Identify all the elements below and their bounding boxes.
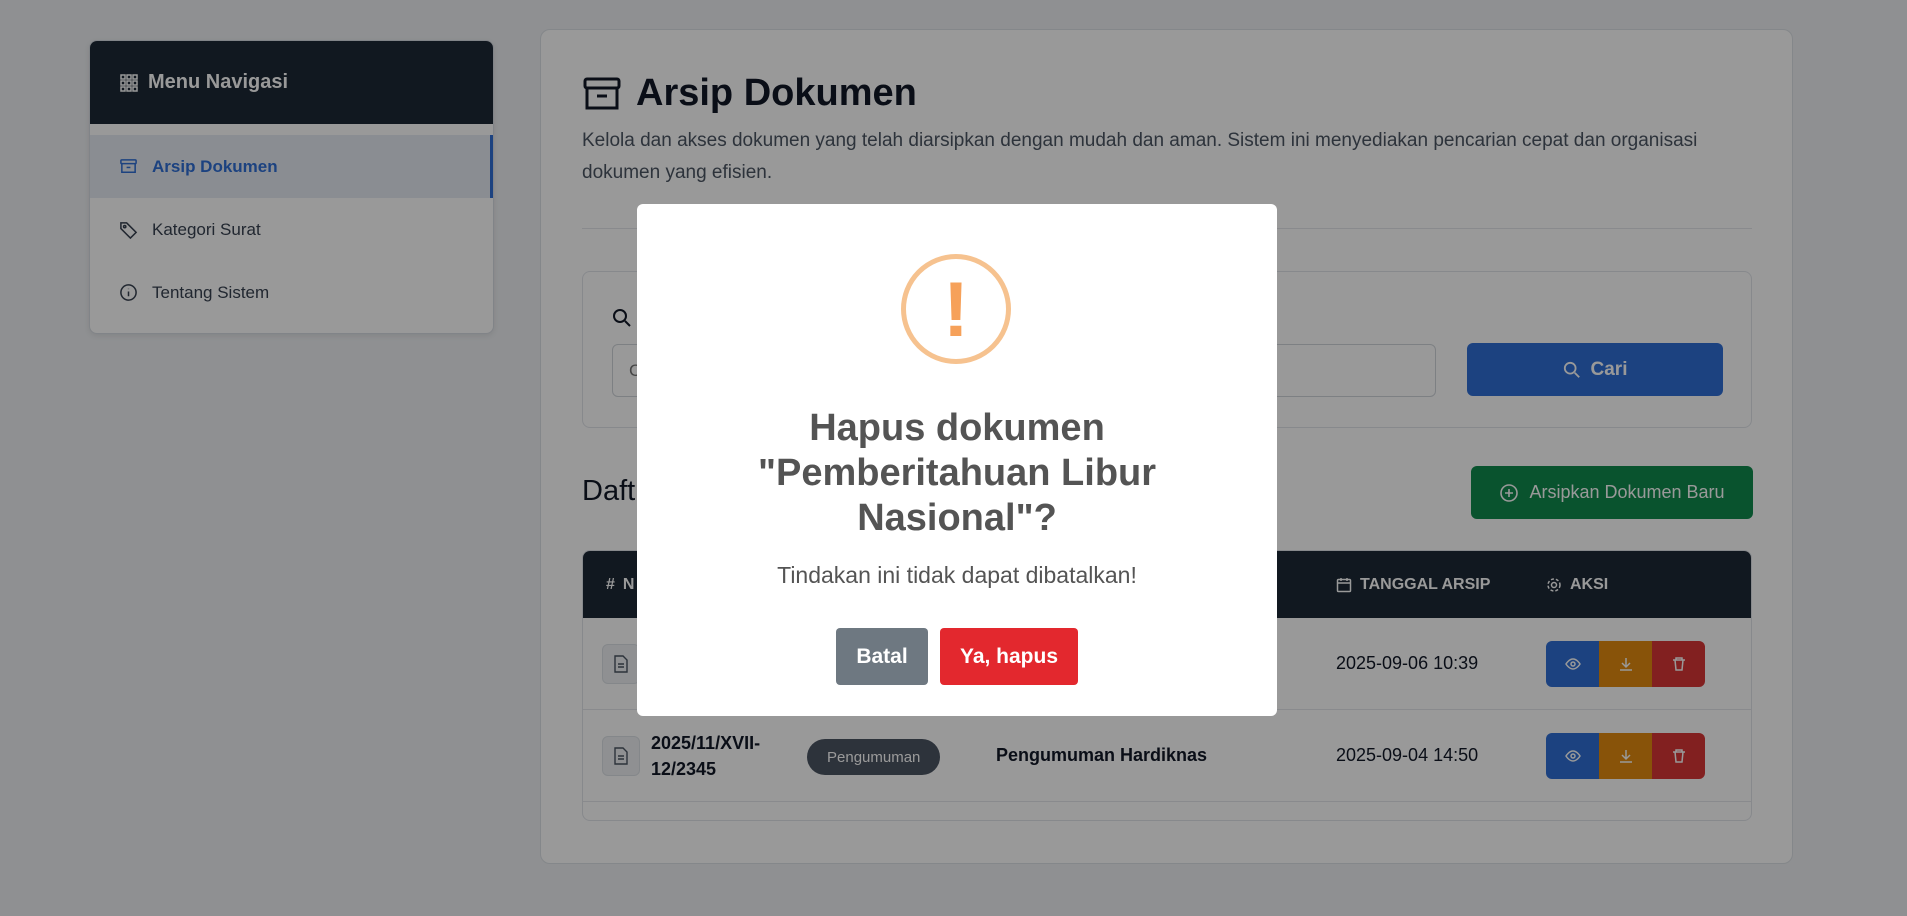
confirm-delete-button[interactable]: Ya, hapus xyxy=(940,628,1078,685)
dialog-message: Tindakan ini tidak dapat dibatalkan! xyxy=(777,562,1137,588)
cancel-button[interactable]: Batal xyxy=(836,628,928,685)
confirm-dialog: ! Hapus dokumen "Pemberitahuan Libur Nas… xyxy=(637,204,1277,716)
dialog-title: Hapus dokumen "Pemberitahuan Libur Nasio… xyxy=(757,407,1157,539)
warning-icon: ! xyxy=(901,254,1011,364)
